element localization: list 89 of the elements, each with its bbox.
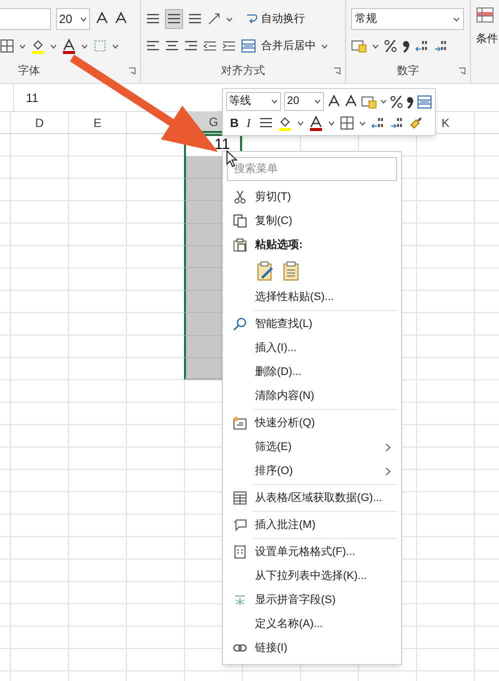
menu-item[interactable]: 定义名称(A)...	[227, 612, 397, 636]
caret-icon[interactable]	[271, 99, 278, 104]
font-color-icon[interactable]	[308, 115, 323, 131]
conditional-format-button[interactable]: 条件	[476, 31, 498, 48]
font-color-icon[interactable]	[62, 38, 76, 54]
orientation-icon[interactable]	[207, 12, 221, 26]
cell-value: 11	[214, 137, 230, 152]
menu-item[interactable]: 从表格/区域获取数据(G)...	[227, 486, 397, 510]
number-format-field[interactable]: 常规	[351, 8, 464, 30]
menu-item[interactable]: 清除内容(N)	[227, 384, 397, 408]
table-icon[interactable]	[233, 491, 247, 505]
increase-indent-icon[interactable]	[222, 39, 236, 53]
caret-icon[interactable]	[81, 44, 88, 48]
accounting-format-icon[interactable]	[361, 94, 377, 108]
italic-button[interactable]: I	[244, 114, 254, 132]
caret-icon[interactable]	[226, 16, 233, 22]
merge-center-icon[interactable]	[241, 39, 256, 53]
column-header[interactable]: D	[35, 116, 44, 128]
increase-decimal-icon[interactable]	[370, 116, 385, 130]
caret-icon[interactable]	[453, 16, 460, 22]
menu-item[interactable]: 选择性粘贴(S)...	[227, 285, 397, 309]
search-icon[interactable]	[233, 317, 247, 331]
wrap-text-button[interactable]: 自动换行	[261, 10, 305, 28]
menu-item[interactable]: 排序(O)	[227, 459, 397, 483]
menu-item[interactable]: 智能查找(L)	[227, 312, 397, 336]
column-header[interactable]: K	[441, 116, 450, 128]
decrease-indent-icon[interactable]	[203, 39, 217, 53]
format-painter-icon[interactable]	[408, 116, 423, 130]
font-name-field[interactable]	[0, 8, 51, 30]
group-label: 字体	[18, 64, 40, 79]
borders-icon[interactable]	[0, 39, 14, 53]
paste-formatting-icon[interactable]	[257, 261, 275, 281]
caret-icon[interactable]	[314, 99, 321, 104]
caret-icon[interactable]	[328, 120, 335, 126]
menu-item[interactable]: 从下拉列表中选择(K)...	[227, 564, 397, 588]
decrease-decimal-icon[interactable]	[434, 39, 448, 53]
menu-item[interactable]: 链接(I)	[227, 636, 397, 660]
dialog-launcher-icon[interactable]	[333, 67, 341, 75]
caret-icon[interactable]	[296, 120, 304, 126]
group-label: 对齐方式	[221, 64, 265, 79]
caret-icon[interactable]	[80, 16, 87, 22]
fill-color-icon[interactable]	[31, 38, 45, 54]
bold-button[interactable]: B	[230, 114, 239, 132]
menu-item[interactable]: 删除(D)...	[227, 360, 397, 384]
accounting-format-icon[interactable]	[351, 39, 367, 53]
dialog-launcher-icon[interactable]	[128, 67, 136, 75]
caret-icon[interactable]	[321, 44, 328, 48]
font-name-field[interactable]: 等线	[226, 92, 281, 111]
menu-item[interactable]: 设置单元格格式(F)...	[227, 540, 397, 564]
scissors-icon[interactable]	[233, 190, 247, 204]
font-size-field[interactable]: 20	[56, 8, 90, 30]
comment-icon[interactable]	[233, 518, 247, 532]
quick-analysis-icon[interactable]	[233, 416, 247, 430]
merge-center-button[interactable]: 合并后居中	[261, 38, 316, 54]
menu-item[interactable]: 剪切(T)	[227, 185, 397, 209]
decrease-decimal-icon[interactable]	[390, 116, 404, 130]
percent-icon[interactable]	[384, 39, 397, 53]
wrap-text-icon[interactable]	[246, 12, 258, 26]
format-cells-icon[interactable]	[233, 545, 247, 559]
formula-bar-value: 11	[26, 90, 38, 106]
menu-item[interactable]: 筛选(E)	[227, 435, 397, 459]
dialog-launcher-icon[interactable]	[458, 67, 466, 75]
merge-center-icon[interactable]	[417, 94, 432, 108]
caret-icon[interactable]	[19, 44, 26, 48]
font-size-field[interactable]: 20	[284, 92, 324, 111]
caret-icon[interactable]	[380, 99, 387, 104]
caret-icon[interactable]	[50, 44, 57, 48]
menu-item[interactable]: 复制(C)	[227, 209, 397, 233]
group-label: 数字	[397, 64, 419, 79]
search-field[interactable]: 搜索菜单	[227, 157, 397, 181]
fill-color-icon[interactable]	[278, 115, 292, 131]
menu-item[interactable]: 插入批注(M)	[227, 513, 397, 537]
caret-icon[interactable]	[358, 120, 366, 126]
menu-item[interactable]: 显示拼音字段(S)	[227, 588, 397, 612]
percent-icon[interactable]	[390, 94, 403, 108]
borders-icon[interactable]	[340, 116, 354, 130]
menu-item[interactable]: 插入(I)...	[227, 336, 397, 360]
menu-section-label: 粘贴选项:	[255, 238, 303, 253]
column-header[interactable]: E	[93, 116, 102, 128]
menu-item[interactable]: 快速分析(Q)	[227, 411, 397, 435]
increase-decimal-icon[interactable]	[415, 39, 429, 53]
copy-icon[interactable]	[233, 214, 247, 228]
caret-icon[interactable]	[112, 44, 119, 48]
comma-style-icon[interactable]	[406, 94, 414, 108]
conditional-format-icon[interactable]	[476, 7, 494, 23]
comma-style-icon[interactable]	[402, 39, 410, 53]
caret-icon[interactable]	[372, 44, 379, 48]
clipboard-icon[interactable]	[233, 238, 247, 252]
paste-icon[interactable]	[283, 261, 299, 281]
